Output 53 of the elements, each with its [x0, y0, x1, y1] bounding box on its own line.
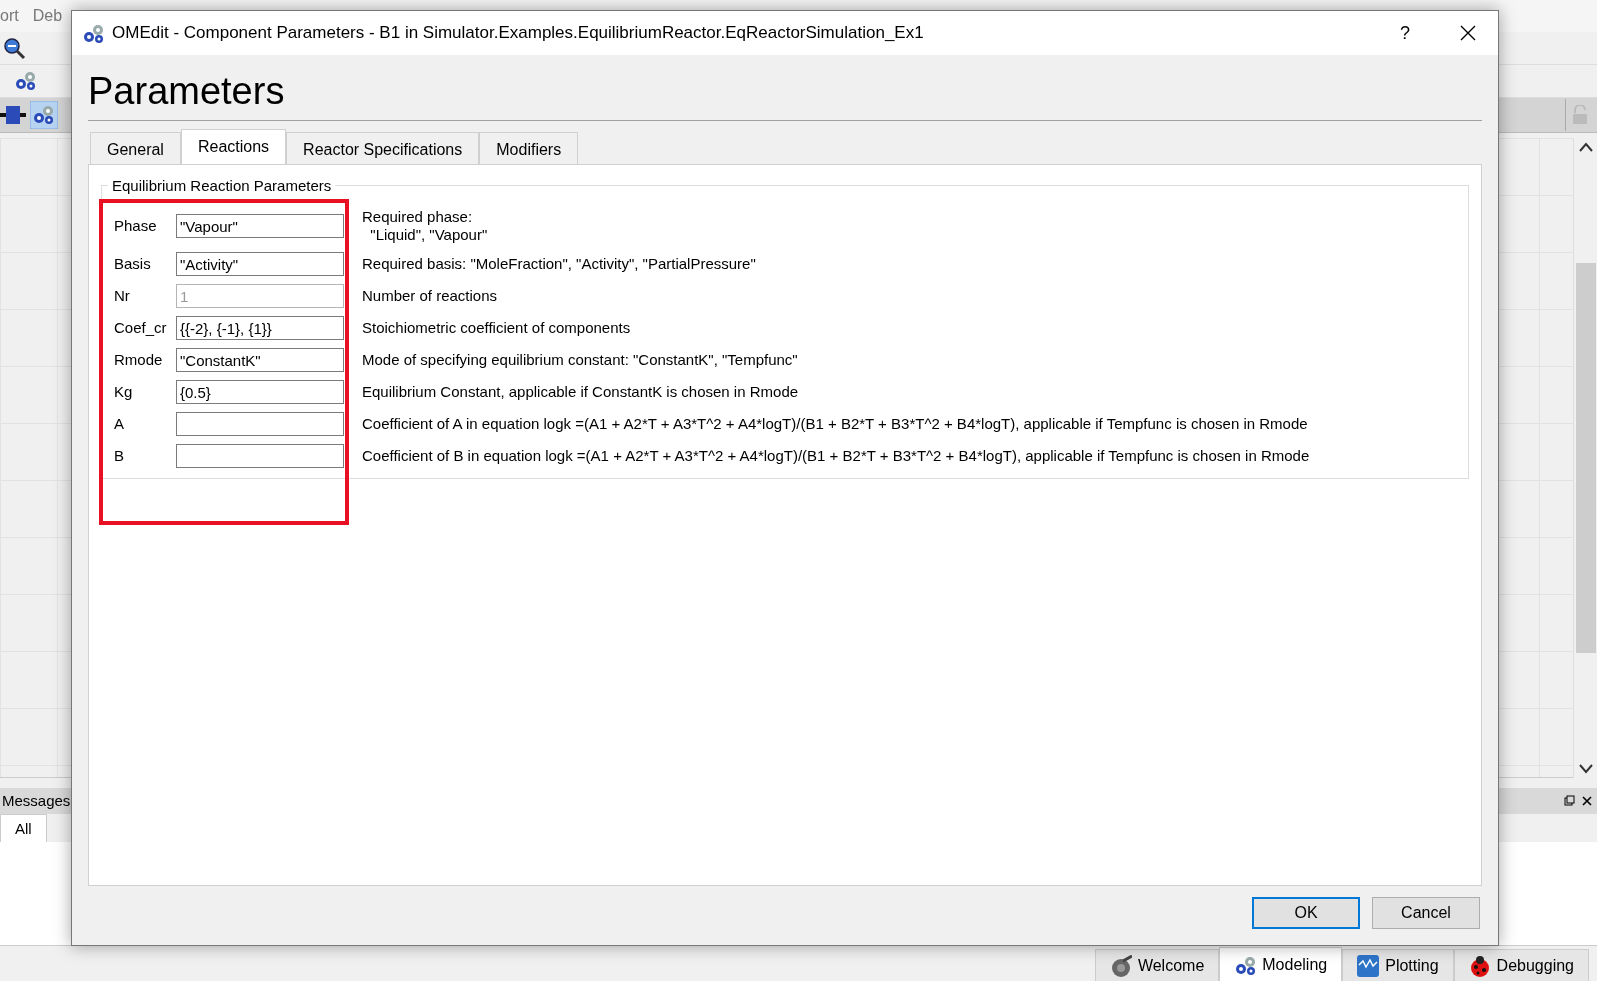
dialog-button[interactable]: Cancel — [1372, 897, 1480, 929]
parameter-label: B — [114, 445, 125, 466]
parameter-label: Kg — [114, 381, 134, 402]
message-tab[interactable]: All — [0, 814, 47, 842]
parameter-description: Coefficient of B in equation logk =(A1 + A2*T + A3*T^2 + A4*logT)/(B1 + B2*T + B3*T^2 + B4*logT), applicable if Tempfunc is chosen in Rmode — [361, 447, 1311, 465]
tab[interactable]: Reactions — [180, 129, 287, 164]
parameter-label: A — [114, 413, 125, 434]
close-icon[interactable] — [1460, 25, 1476, 41]
scroll-up-icon[interactable] — [1578, 142, 1593, 152]
parameter-description: Number of reactions — [361, 287, 499, 305]
gears-icon[interactable] — [14, 69, 38, 93]
parameter-label: Rmode — [114, 349, 164, 370]
parameter-label: Coef_cr — [114, 317, 168, 338]
input-field[interactable]: {0.5} — [176, 380, 344, 404]
tab[interactable]: General — [90, 132, 181, 164]
window-controls-icon[interactable] — [1563, 795, 1593, 807]
perspective-tab[interactable]: Modeling — [1219, 947, 1343, 981]
input-field[interactable]: "Activity" — [176, 252, 344, 276]
dialog-button[interactable]: OK — [1252, 897, 1360, 929]
input-field[interactable]: "ConstantK" — [176, 348, 344, 372]
parameter-description: Mode of specifying equilibrium constant: "ConstantK", "Tempfunc" — [361, 351, 799, 369]
window-title: OMEdit - Component Parameters - B1 in Simulator.Examples.EquilibriumReactor.EqReactorSimulation_Ex1 — [112, 22, 925, 45]
panel-title: Messages — [2, 790, 71, 811]
perspective-tab[interactable]: Plotting — [1342, 949, 1454, 981]
ladybug-icon — [1468, 954, 1491, 977]
gears-icon[interactable] — [29, 101, 58, 129]
zoom-out-icon[interactable] — [2, 36, 26, 60]
menu-item[interactable]: Deb — [32, 4, 63, 28]
perspective-tab[interactable]: Debugging — [1453, 949, 1589, 981]
input-field[interactable]: "Vapour" — [176, 214, 344, 238]
input-field[interactable] — [176, 444, 344, 468]
input-field[interactable] — [176, 412, 344, 436]
tab[interactable]: Reactor Specifications — [286, 132, 480, 164]
dialog-heading: Parameters — [88, 72, 1482, 121]
input-field[interactable]: {{-2}, {-1}, {1}} — [176, 316, 344, 340]
scroll-down-icon[interactable] — [1578, 764, 1593, 774]
parameter-description: Stoichiometric coefficient of components — [361, 319, 632, 337]
block-icon[interactable] — [0, 103, 26, 127]
parameter-description: Equilibrium Constant, applicable if ConstantK is chosen in Rmode — [361, 383, 800, 401]
parameter-label: Phase — [114, 215, 158, 236]
perspective-tab[interactable]: Welcome — [1094, 949, 1220, 981]
parameter-description: Required phase: "Liquid", "Vapour" — [361, 208, 489, 244]
parameter-description: Coefficient of A in equation logk =(A1 + A2*T + A3*T^2 + A4*logT)/(B1 + B2*T + B3*T^2 + B4*logT), applicable if Tempfunc is chosen in Rmode — [361, 415, 1309, 433]
scrollbar-thumb[interactable] — [1575, 263, 1596, 653]
help-button[interactable]: ? — [1380, 19, 1430, 47]
tab[interactable]: Modifiers — [479, 132, 579, 164]
gears-icon — [82, 22, 104, 44]
gear-icon — [1109, 954, 1132, 977]
menu-item[interactable]: ort — [0, 4, 19, 28]
plot-icon — [1357, 954, 1380, 977]
parameter-label: Basis — [114, 253, 152, 274]
parameter-label: Nr — [114, 285, 131, 306]
parameter-description: Required basis: "MoleFraction", "Activity", "PartialPressure" — [361, 255, 757, 273]
